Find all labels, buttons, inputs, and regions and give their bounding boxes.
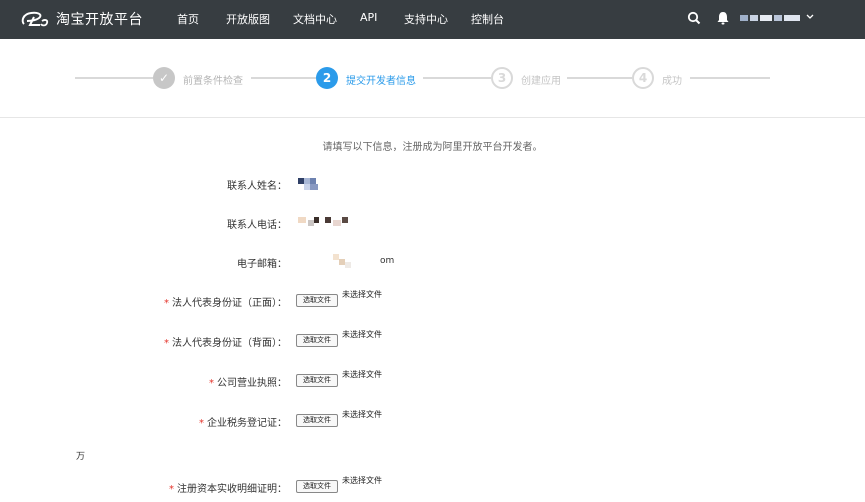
step-connector bbox=[423, 77, 491, 79]
top-navigation-bar: 淘宝开放平台 首页 开放版图 文档中心 API 支持中心 控制台 bbox=[0, 0, 865, 39]
stray-text: 万 bbox=[76, 452, 86, 462]
id-front-file-button[interactable]: 选取文件 bbox=[296, 294, 338, 307]
tax-registration-file-button[interactable]: 选取文件 bbox=[296, 414, 338, 427]
business-license-file-status: 未选择文件 bbox=[342, 370, 382, 379]
bell-icon[interactable] bbox=[716, 11, 730, 25]
id-back-label-text: 法人代表身份证（背面）： bbox=[172, 338, 287, 349]
paid-capital-label: * 注册资本实收明细证明： bbox=[169, 480, 287, 495]
tax-registration-label: * 企业税务登记证： bbox=[199, 414, 287, 429]
required-asterisk: * bbox=[199, 418, 204, 429]
paid-capital-file-status: 未选择文件 bbox=[342, 476, 382, 485]
chevron-down-icon[interactable] bbox=[806, 14, 814, 20]
nav-support[interactable]: 支持中心 bbox=[404, 11, 448, 27]
business-license-label: * 公司营业执照： bbox=[209, 374, 287, 389]
required-asterisk: * bbox=[209, 378, 214, 389]
tax-registration-file-status: 未选择文件 bbox=[342, 410, 382, 419]
nav-open-map[interactable]: 开放版图 bbox=[226, 11, 270, 27]
step-3-label: 创建应用 bbox=[521, 76, 561, 87]
nav-console[interactable]: 控制台 bbox=[471, 11, 504, 27]
step-connector bbox=[75, 77, 153, 79]
business-license-file-button[interactable]: 选取文件 bbox=[296, 374, 338, 387]
id-back-file-status: 未选择文件 bbox=[342, 330, 382, 339]
search-icon[interactable] bbox=[687, 11, 701, 25]
developer-info-form: 请填写以下信息，注册成为阿里开放平台开发者。 联系人姓名： 联系人电话： 电子邮… bbox=[0, 118, 865, 502]
step-3-number: 3 bbox=[491, 67, 513, 89]
step-2-label: 提交开发者信息 bbox=[346, 76, 416, 87]
id-front-label-text: 法人代表身份证（正面）： bbox=[172, 298, 287, 309]
account-name-redacted[interactable] bbox=[740, 15, 800, 21]
contact-name-label: 联系人姓名： bbox=[227, 181, 287, 192]
step-1-label: 前置条件检查 bbox=[183, 76, 243, 87]
id-front-label: * 法人代表身份证（正面）： bbox=[164, 294, 287, 309]
required-asterisk: * bbox=[169, 484, 174, 495]
form-intro: 请填写以下信息，注册成为阿里开放平台开发者。 bbox=[322, 142, 543, 153]
brand-name: 淘宝开放平台 bbox=[56, 12, 143, 28]
registration-steps: ✓ 前置条件检查 2 提交开发者信息 3 创建应用 4 成功 bbox=[0, 39, 865, 118]
id-back-file-button[interactable]: 选取文件 bbox=[296, 334, 338, 347]
email-suffix: om bbox=[380, 256, 395, 266]
required-asterisk: * bbox=[164, 338, 169, 349]
required-asterisk: * bbox=[164, 298, 169, 309]
step-connector bbox=[567, 77, 632, 79]
step-4-number: 4 bbox=[632, 67, 654, 89]
paid-capital-file-button[interactable]: 选取文件 bbox=[296, 480, 338, 493]
email-label: 电子邮箱： bbox=[237, 259, 287, 270]
nav-api[interactable]: API bbox=[360, 11, 377, 24]
step-1-check-icon: ✓ bbox=[153, 67, 175, 89]
step-2-number: 2 bbox=[316, 67, 338, 89]
alibaba-logo-icon bbox=[21, 11, 49, 27]
contact-phone-label: 联系人电话： bbox=[227, 220, 287, 231]
nav-home[interactable]: 首页 bbox=[177, 11, 199, 27]
step-4-label: 成功 bbox=[662, 76, 682, 87]
business-license-label-text: 公司营业执照： bbox=[217, 378, 287, 389]
brand-logo[interactable]: 淘宝开放平台 bbox=[20, 8, 143, 30]
tax-registration-label-text: 企业税务登记证： bbox=[207, 418, 287, 429]
id-front-file-status: 未选择文件 bbox=[342, 290, 382, 299]
paid-capital-label-text: 注册资本实收明细证明： bbox=[177, 484, 287, 495]
nav-docs[interactable]: 文档中心 bbox=[293, 11, 337, 27]
id-back-label: * 法人代表身份证（背面）： bbox=[164, 334, 287, 349]
step-connector bbox=[690, 77, 770, 79]
step-connector bbox=[251, 77, 316, 79]
